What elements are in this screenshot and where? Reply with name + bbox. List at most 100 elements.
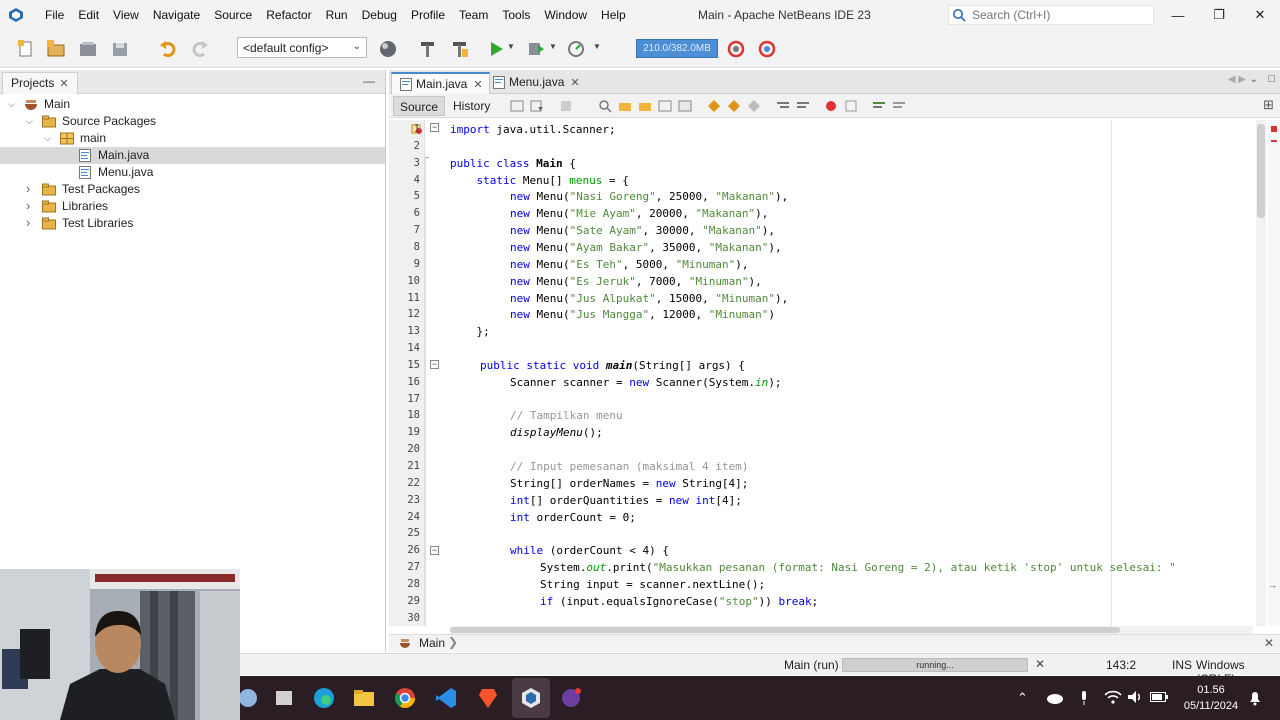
cloud-icon[interactable]: [1046, 692, 1064, 704]
gc-icon[interactable]: [726, 39, 746, 59]
code-line[interactable]: new Menu("Ayam Bakar", 35000, "Makanan")…: [510, 239, 782, 256]
find-previous-icon[interactable]: [618, 99, 632, 113]
tree-item[interactable]: Menu.java: [0, 164, 385, 181]
menu-debug[interactable]: Debug: [355, 0, 404, 30]
code-line[interactable]: String input = scanner.nextLine();: [540, 576, 765, 593]
tree-item[interactable]: ⌵ main: [0, 130, 385, 147]
menu-navigate[interactable]: Navigate: [146, 0, 207, 30]
tab-menu-java[interactable]: Menu.java ✕: [485, 72, 586, 94]
chevron-up-icon[interactable]: ⌃: [1017, 690, 1028, 706]
volume-icon[interactable]: [1127, 690, 1143, 704]
edge-browser-icon[interactable]: [312, 686, 336, 710]
code-line[interactable]: new Menu("Sate Ayam", 30000, "Makanan"),: [510, 222, 775, 239]
profile-dropdown-icon[interactable]: ▼: [593, 42, 601, 51]
forward-icon[interactable]: [560, 99, 574, 113]
menu-view[interactable]: View: [106, 0, 146, 30]
toggle-bookmark-icon[interactable]: [747, 99, 761, 113]
netbeans-taskbar-icon[interactable]: [519, 686, 543, 710]
tree-item[interactable]: ⌵ Main: [0, 96, 385, 113]
task-view-icon[interactable]: [272, 686, 296, 710]
chevron-right-icon[interactable]: ›: [26, 214, 30, 231]
github-desktop-icon[interactable]: [559, 686, 583, 710]
toggle-rect-select-icon[interactable]: [678, 99, 692, 113]
code-line[interactable]: int orderCount = 0;: [510, 509, 636, 526]
tab-main-java[interactable]: Main.java ✕: [391, 72, 490, 94]
chrome-browser-icon[interactable]: [393, 686, 417, 710]
stop-macro-icon[interactable]: [844, 99, 858, 113]
code-line[interactable]: int[] orderQuantities = new int[4];: [510, 492, 742, 509]
code-line[interactable]: displayMenu();: [510, 424, 603, 441]
clean-build-icon[interactable]: [450, 39, 470, 59]
toggle-highlight-icon[interactable]: [658, 99, 672, 113]
maximize-editor-icon[interactable]: □: [1268, 73, 1275, 85]
code-line[interactable]: new Menu("Es Jeruk", 7000, "Minuman"),: [510, 273, 762, 290]
menu-run[interactable]: Run: [319, 0, 355, 30]
uncomment-icon[interactable]: [892, 99, 906, 113]
profile-icon[interactable]: [566, 39, 586, 59]
microphone-icon[interactable]: [1078, 690, 1090, 706]
new-project-icon[interactable]: [46, 39, 66, 59]
menu-profile[interactable]: Profile: [404, 0, 452, 30]
battery-icon[interactable]: [1150, 692, 1168, 702]
code-line[interactable]: };: [450, 323, 489, 340]
close-icon[interactable]: ✕: [1264, 636, 1274, 650]
code-line[interactable]: static Menu[] menus = {: [450, 172, 628, 189]
split-editor-icon[interactable]: ⊞: [1263, 97, 1274, 113]
menu-window[interactable]: Window: [537, 0, 594, 30]
code-line[interactable]: Scanner scanner = new Scanner(System.in)…: [510, 374, 782, 391]
horizontal-scrollbar[interactable]: [450, 626, 1253, 634]
menu-team[interactable]: Team: [452, 0, 495, 30]
history-button[interactable]: History: [447, 96, 496, 116]
menu-source[interactable]: Source: [207, 0, 259, 30]
chevron-right-icon[interactable]: ›: [26, 180, 30, 197]
code-line[interactable]: // Input pemesanan (maksimal 4 item): [510, 458, 748, 475]
minimize-button[interactable]: —: [1158, 0, 1198, 30]
run-dropdown-icon[interactable]: ▼: [507, 42, 515, 51]
breadcrumb-main[interactable]: Main: [419, 636, 445, 650]
vertical-scrollbar[interactable]: [1256, 120, 1266, 626]
code-line[interactable]: public class Main {: [450, 155, 576, 172]
code-line[interactable]: import java.util.Scanner;: [450, 121, 616, 138]
open-project-icon[interactable]: [78, 39, 98, 59]
menu-file[interactable]: File: [38, 0, 71, 30]
debug-dropdown-icon[interactable]: ▼: [549, 42, 557, 51]
code-line[interactable]: new Menu("Jus Alpukat", 15000, "Minuman"…: [510, 290, 788, 307]
code-line[interactable]: while (orderCount < 4) {: [510, 542, 669, 559]
chevron-right-icon[interactable]: ›: [26, 197, 30, 214]
vscode-icon[interactable]: [434, 686, 458, 710]
menu-edit[interactable]: Edit: [71, 0, 106, 30]
code-line[interactable]: System.out.print("Masukkan pesanan (form…: [540, 559, 1176, 576]
comment-icon[interactable]: [872, 99, 886, 113]
close-button[interactable]: ✕: [1240, 0, 1280, 30]
chevron-down-icon[interactable]: ⌵: [44, 130, 51, 147]
close-icon[interactable]: ✕: [59, 78, 68, 90]
shift-right-icon[interactable]: [796, 99, 810, 113]
error-marker-icon[interactable]: [1271, 140, 1277, 142]
find-icon[interactable]: [598, 99, 612, 113]
search-input[interactable]: [972, 8, 1142, 22]
code-line[interactable]: if (input.equalsIgnoreCase("stop")) brea…: [540, 593, 818, 610]
scrollbar-thumb[interactable]: [450, 627, 1120, 633]
redo-icon[interactable]: [190, 39, 210, 59]
new-file-icon[interactable]: [16, 39, 36, 59]
find-next-icon[interactable]: [638, 99, 652, 113]
chevron-down-icon[interactable]: ⌄: [1250, 74, 1258, 85]
error-marker-icon[interactable]: [1271, 126, 1277, 132]
tree-item[interactable]: › Test Packages: [0, 181, 385, 198]
close-icon[interactable]: ✕: [473, 79, 482, 91]
run-icon[interactable]: [486, 39, 506, 59]
run-status-label[interactable]: Main (run): [784, 658, 839, 672]
code-line[interactable]: // Tampilkan menu: [510, 407, 623, 424]
tree-item[interactable]: › Test Libraries: [0, 215, 385, 232]
file-explorer-icon[interactable]: [352, 686, 376, 710]
last-edit-icon[interactable]: [510, 99, 524, 113]
tree-item[interactable]: ⌵ Source Packages: [0, 113, 385, 130]
fold-toggle-icon[interactable]: −: [430, 546, 439, 555]
chevron-down-icon[interactable]: ⌵: [26, 113, 33, 130]
tab-projects[interactable]: Projects ✕: [2, 72, 78, 94]
maximize-button[interactable]: ❐: [1199, 0, 1239, 30]
chevron-down-icon[interactable]: ⌵: [8, 96, 15, 113]
next-bookmark-icon[interactable]: [727, 99, 741, 113]
source-button[interactable]: Source: [393, 96, 446, 116]
menu-refactor[interactable]: Refactor: [259, 0, 318, 30]
